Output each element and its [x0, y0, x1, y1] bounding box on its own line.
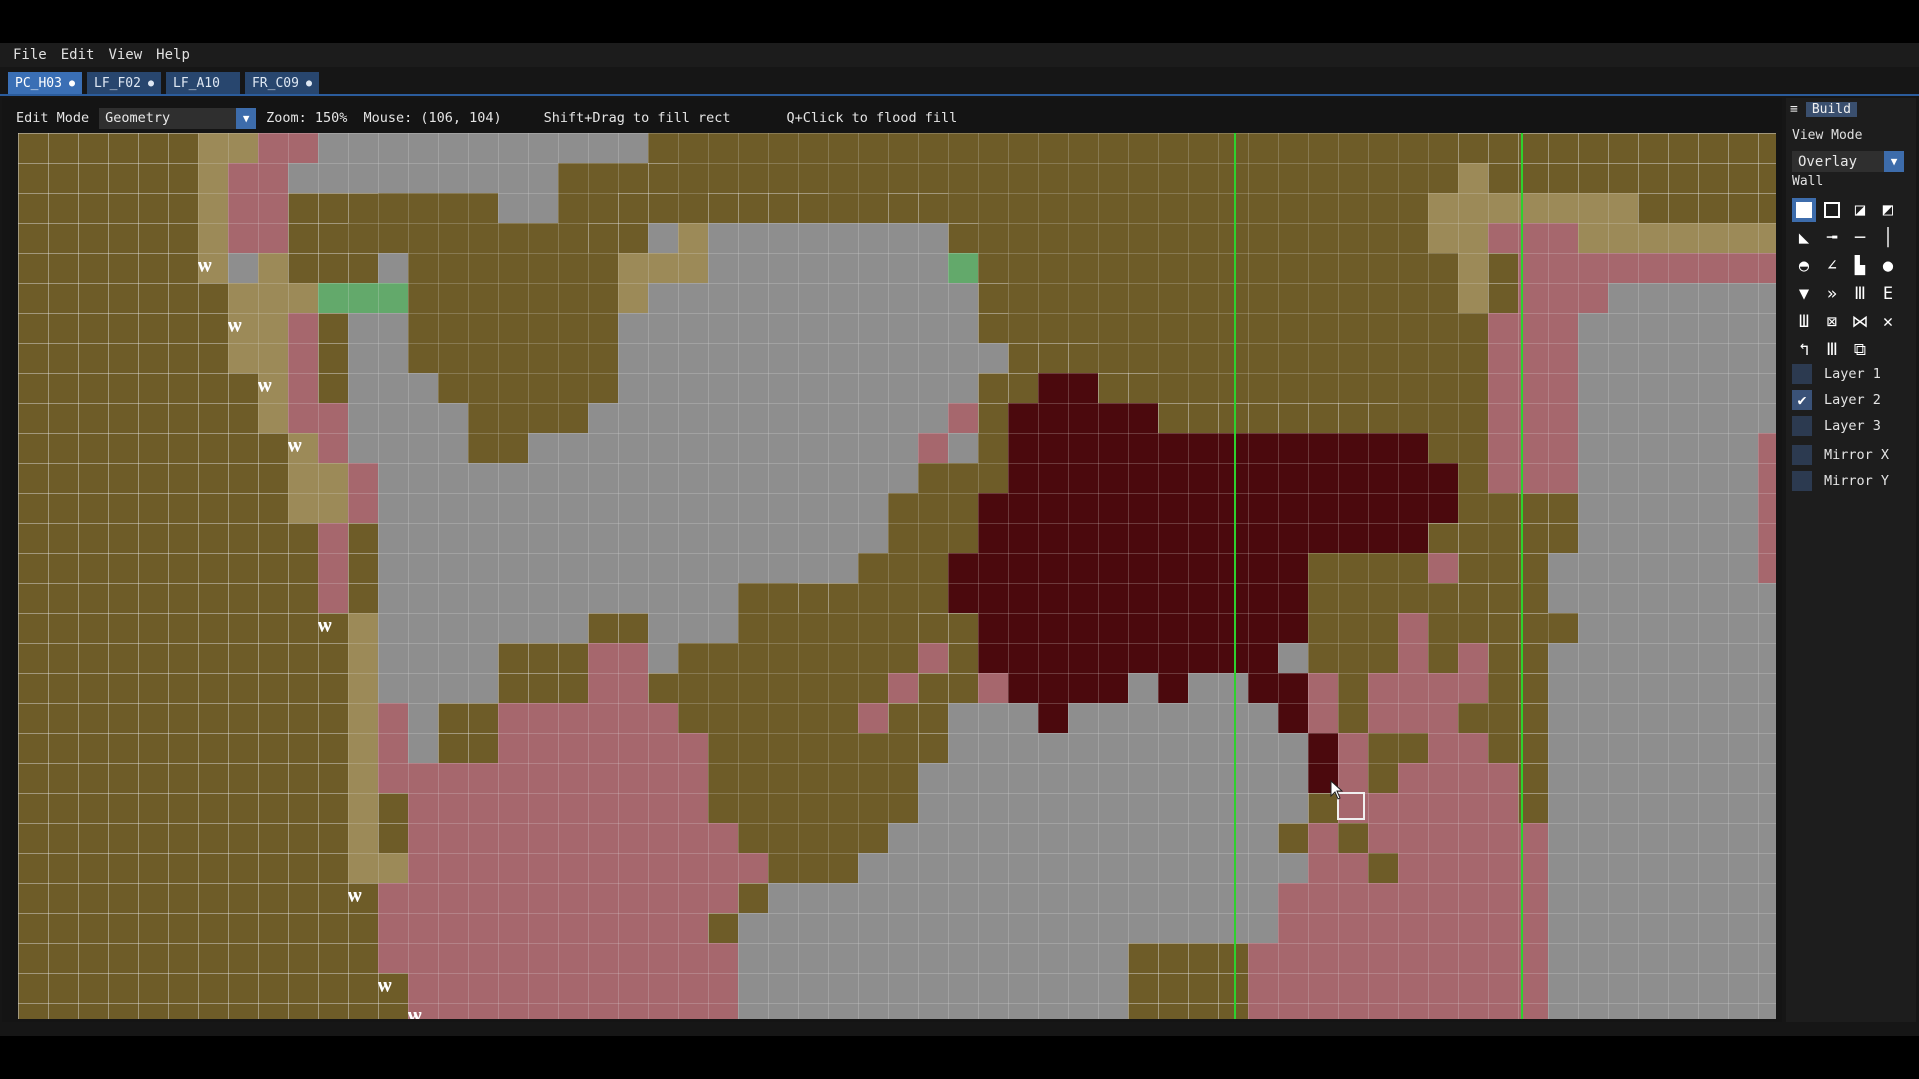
tab-label: FR_C09	[251, 75, 299, 91]
checkbox[interactable]	[1792, 416, 1812, 436]
tile-layer	[198, 133, 1776, 1019]
layer-2-label: Layer 2	[1824, 392, 1881, 408]
mouse-pointer-icon	[1330, 780, 1344, 800]
edit-mode-value: Geometry	[105, 110, 171, 126]
view-mode-select[interactable]: Overlay ▼	[1792, 151, 1904, 172]
gate-icon[interactable]: Ⅲ	[1820, 338, 1844, 362]
menu-help[interactable]: Help	[149, 47, 197, 63]
editor-toolbar: Edit Mode Geometry ▼ Zoom: 150% Mouse: (…	[16, 106, 957, 130]
frame-x-icon[interactable]: ⊠	[1820, 310, 1844, 334]
mirror-y-row[interactable]: Mirror Y	[1792, 471, 1889, 491]
grass-tuft-icon: ѡ	[198, 253, 212, 278]
drop-icon[interactable]: ●	[1876, 254, 1900, 278]
grass-tuft-icon: ѡ	[288, 433, 302, 458]
map-canvas[interactable]: ѡ ѡ ѡ ѡ ѡ ѡ ѡ ѡ	[18, 133, 1776, 1019]
mouse-readout: Mouse: (106, 104)	[363, 110, 502, 126]
build-panel-header: ≡ Build	[1790, 100, 1912, 118]
checkmark-icon[interactable]: ✔	[1792, 390, 1812, 410]
document-tabs: PC_H03 ● LF_F02 ● LF_A10 FR_C09 ●	[0, 71, 1919, 96]
stacked-square-icon[interactable]: ⧉	[1848, 338, 1872, 362]
hint-fill-rect: Shift+Drag to fill rect	[543, 110, 731, 126]
grass-tuft-icon: ѡ	[378, 973, 392, 998]
grass-tuft-icon: ѡ	[318, 613, 332, 638]
menu-file[interactable]: File	[6, 47, 54, 63]
menu-bar: File Edit View Help	[0, 43, 1919, 67]
grass-tuft-icon: ѡ	[228, 313, 242, 338]
outline-square-icon[interactable]	[1820, 198, 1844, 222]
layer-3-label: Layer 3	[1824, 418, 1881, 434]
chevron-down-icon: ▼	[236, 107, 257, 129]
ramp-icon[interactable]: ◣	[1792, 226, 1816, 250]
solid-square-icon[interactable]	[1792, 198, 1816, 222]
tab-lf-a10[interactable]: LF_A10	[166, 72, 240, 94]
edit-mode-label: Edit Mode	[16, 110, 90, 126]
guide-line-right	[1521, 133, 1523, 1019]
tab-label: PC_H03	[15, 75, 62, 91]
square-outline	[1824, 202, 1840, 218]
mirror-y-label: Mirror Y	[1824, 473, 1890, 489]
horizontal-line-icon[interactable]: ─	[1848, 226, 1872, 250]
view-mode-value: Overlay	[1798, 153, 1858, 170]
build-title: Build	[1805, 101, 1857, 117]
checkbox[interactable]	[1792, 445, 1812, 465]
layer-1-label: Layer 1	[1824, 366, 1881, 382]
diagonal-slash-icon[interactable]: ◩	[1876, 198, 1900, 222]
tab-pc-h03[interactable]: PC_H03 ●	[8, 72, 82, 94]
mirror-x-label: Mirror X	[1824, 447, 1890, 463]
hamburger-icon[interactable]: ≡	[1790, 102, 1798, 117]
bowtie-icon[interactable]: ⋈	[1848, 310, 1872, 334]
e-bars-icon[interactable]: Ε	[1876, 282, 1900, 306]
tab-lf-f02[interactable]: LF_F02 ●	[87, 72, 161, 94]
columns-icon[interactable]: Ⅲ	[1848, 282, 1872, 306]
unsaved-dot-icon: ●	[68, 77, 75, 89]
tab-label: LF_F02	[94, 75, 141, 91]
unsaved-dot-icon: ●	[305, 77, 312, 89]
grass-tuft-icon: ѡ	[258, 373, 272, 398]
layer-3-row[interactable]: Layer 3	[1792, 416, 1881, 436]
vertical-line-icon[interactable]: │	[1876, 226, 1900, 250]
tab-label: LF_A10	[173, 75, 220, 91]
cross-icon[interactable]: ✕	[1876, 310, 1900, 334]
wall-tool-palette: ◪ ◩ ◣ ╼ ─ │ ◓ ∠ ▙ ● ▼» Ⅲ Ε Ш ⊠ ⋈ ✕ ↰ Ⅲ ⧉	[1792, 198, 1900, 366]
pillars-icon[interactable]: Ш	[1792, 310, 1816, 334]
down-triangle-icon[interactable]: ▼	[1792, 282, 1816, 306]
wall-label: Wall	[1792, 174, 1824, 189]
view-mode-label: View Mode	[1792, 128, 1863, 143]
guide-line-left	[1234, 133, 1236, 1019]
edit-mode-select[interactable]: Geometry ▼	[99, 107, 257, 129]
checkbox[interactable]	[1792, 364, 1812, 384]
layer-2-row[interactable]: ✔ Layer 2	[1792, 390, 1881, 410]
square-fill	[1796, 202, 1812, 218]
tab-fr-c09[interactable]: FR_C09 ●	[244, 72, 319, 94]
arrows-right-icon[interactable]: »	[1820, 282, 1844, 306]
curve-icon[interactable]: ↰	[1792, 338, 1816, 362]
split-square-icon[interactable]: ▙	[1848, 254, 1872, 278]
grass-tuft-icon: ѡ	[348, 883, 362, 908]
chevron-down-icon: ▼	[1884, 151, 1904, 172]
bar-hook-icon[interactable]: ╼	[1820, 226, 1844, 250]
menu-edit[interactable]: Edit	[54, 47, 102, 63]
mirror-x-row[interactable]: Mirror X	[1792, 445, 1889, 465]
grass-tuft-icon: ѡ	[408, 1003, 422, 1020]
mound-icon[interactable]: ◓	[1792, 254, 1816, 278]
checkbox[interactable]	[1792, 471, 1812, 491]
stairs-icon[interactable]: ◪	[1848, 198, 1872, 222]
angle-icon[interactable]: ∠	[1820, 254, 1844, 278]
menu-view[interactable]: View	[101, 47, 149, 63]
hint-flood-fill: Q+Click to flood fill	[786, 110, 958, 126]
layer-1-row[interactable]: Layer 1	[1792, 364, 1881, 384]
zoom-readout: Zoom: 150%	[266, 110, 348, 126]
unsaved-dot-icon: ●	[147, 77, 154, 89]
